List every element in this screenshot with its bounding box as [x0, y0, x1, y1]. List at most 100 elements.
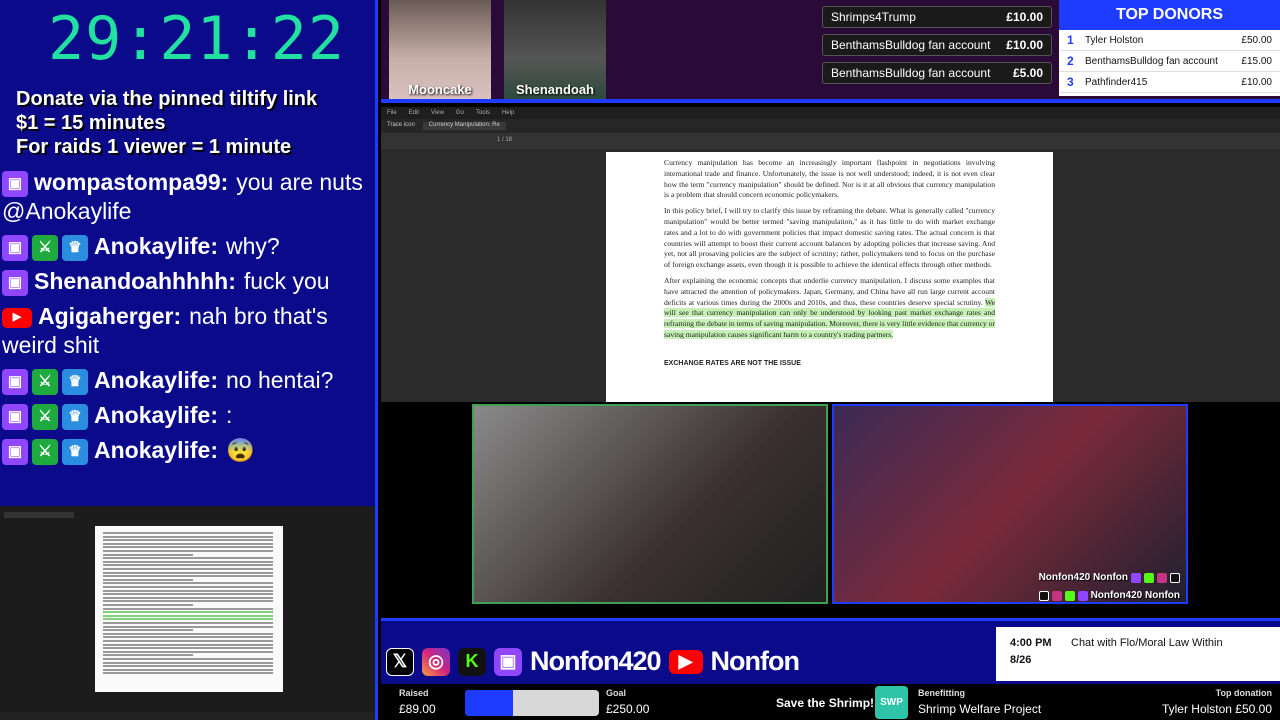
chat-username[interactable]: wompastompa99: — [34, 169, 228, 195]
webcam-left — [472, 404, 828, 604]
mini-text-line — [103, 532, 273, 534]
chat-message: ▣ wompastompa99: you are nuts @Anokaylife — [0, 166, 375, 230]
mini-text-line — [103, 564, 273, 567]
mini-text-line — [103, 614, 273, 617]
benefit-value: Shrimp Welfare Project — [918, 702, 1042, 716]
chat-username[interactable]: Anokaylife: — [94, 402, 218, 428]
top-donation-label: Top donation — [1215, 688, 1272, 698]
mini-text-line — [103, 629, 193, 632]
chat-message: ▣ Shenandoahhhhh: fuck you — [0, 265, 375, 300]
donor-amount: £50.00 — [1241, 34, 1272, 46]
instagram-icon — [1051, 590, 1062, 601]
timer-panel: 29:21:22 Donate via the pinned tiltify l… — [0, 0, 378, 166]
chat-badges: ▣ ⚔ ♛ — [2, 368, 88, 395]
mini-text-line — [103, 625, 273, 628]
pdf-text: After explaining the economic concepts t… — [664, 275, 995, 307]
mini-text-line — [103, 665, 273, 668]
cam-thumb-shenandoah: Shenandoah — [504, 0, 606, 99]
raised-label: Raised — [399, 688, 429, 698]
raised-value: £89.00 — [399, 702, 436, 716]
chat-message: ▣ ⚔ ♛ Anokaylife: no hentai? — [0, 364, 375, 399]
schedule-title: Chat with Flo/Moral Law Within — [1071, 637, 1223, 649]
tab-trace[interactable]: Trace icon — [387, 122, 415, 130]
chat-panel: ▣ wompastompa99: you are nuts @Anokaylife ▣… — [0, 166, 378, 506]
mini-text-line — [103, 586, 273, 588]
chat-username[interactable]: Anokaylife: — [94, 233, 218, 259]
chat-badges: ▶ — [2, 307, 32, 328]
chat-text: : — [225, 402, 233, 428]
menu-help[interactable]: Help — [502, 110, 514, 116]
mini-text-line — [103, 647, 273, 650]
menu-file[interactable]: File — [387, 110, 397, 116]
mini-text-line — [103, 672, 273, 675]
mini-text-line — [103, 560, 273, 563]
cam-name: Shenandoah — [515, 82, 594, 97]
donor-name: BenthamsBulldog fan account — [831, 66, 991, 80]
moderator-sword-icon: ⚔ — [32, 368, 58, 395]
chat-username[interactable]: Anokaylife: — [94, 367, 218, 393]
pdf-paragraph: After explaining the economic concepts t… — [664, 276, 995, 341]
mini-taskbar — [0, 712, 375, 720]
moderator-sword-icon: ⚔ — [32, 234, 58, 261]
chat-badges: ▣ — [2, 170, 28, 197]
chat-text: 😨 — [225, 437, 255, 463]
pdf-section-heading: EXCHANGE RATES ARE NOT THE ISSUE — [664, 359, 801, 367]
twitch-icon: ▣ — [494, 647, 522, 676]
mini-text-line — [103, 640, 273, 642]
page-indicator[interactable]: 1 / 18 — [497, 137, 512, 143]
tab-currency-manipulation[interactable]: Currency Manipulation: Re — [422, 122, 506, 130]
mini-text-line — [103, 582, 273, 585]
goal-progress-fill — [465, 690, 513, 716]
chat-badges: ▣ ⚔ ♛ — [2, 438, 88, 465]
donor-name: Pathfinder415 — [1085, 76, 1148, 88]
handle-twitch: Nonfon420 — [530, 646, 662, 676]
youtube-icon: ▶ — [2, 307, 32, 328]
pdf-menubar: File Edit View Go Tools Help — [381, 107, 1280, 119]
donor-amount: £10.00 — [1241, 76, 1272, 88]
schedule-card: 4:00 PM 8/26 Chat with Flo/Moral Law Wit… — [996, 627, 1280, 681]
crown-icon: ♛ — [62, 368, 88, 395]
menu-tools[interactable]: Tools — [476, 110, 490, 116]
swp-logo: SWP — [875, 686, 908, 719]
top-donor-row: 2 BenthamsBulldog fan account £15.00 — [1059, 51, 1280, 72]
top-donors-title: TOP DONORS — [1059, 0, 1280, 30]
schedule-time: 4:00 PM — [1010, 637, 1052, 649]
mini-text-line — [103, 636, 273, 639]
pdf-viewer-window: File Edit View Go Tools Help Trace icon … — [381, 107, 1280, 402]
x-icon — [1038, 590, 1049, 601]
mini-toolbar — [4, 512, 74, 518]
info-line-1: Donate via the pinned tiltify link — [16, 88, 318, 110]
goal-label: Goal — [606, 688, 627, 698]
chat-username[interactable]: Anokaylife: — [94, 437, 218, 463]
mini-text-line — [103, 654, 193, 657]
twitch-icon: ▣ — [2, 269, 28, 296]
crown-icon: ♛ — [62, 403, 88, 430]
top-donors-panel: TOP DONORS 1 Tyler Holston £50.00 2 Bent… — [1059, 0, 1280, 96]
menu-go[interactable]: Go — [456, 110, 464, 116]
twitch-icon: ▣ — [2, 438, 28, 465]
chat-username[interactable]: Agigaherger: — [38, 303, 181, 329]
instagram-icon — [1157, 572, 1167, 583]
chat-message: ▣ ⚔ ♛ Anokaylife: 😨 — [0, 434, 375, 469]
handle-youtube: Nonfon — [710, 646, 800, 676]
mini-text-line — [103, 593, 273, 596]
social-handles: 𝕏 ◎ K ▣ Nonfon420 ▶ Nonfon — [386, 646, 800, 677]
mini-text-line — [103, 622, 273, 624]
mini-text-line — [103, 546, 273, 549]
menu-view[interactable]: View — [431, 110, 444, 116]
top-donor-row: 3 Pathfinder415 £10.00 — [1059, 72, 1280, 93]
crown-icon: ♛ — [62, 438, 88, 465]
goal-progress-bar — [465, 690, 599, 716]
donor-rank: 1 — [1067, 33, 1074, 47]
chat-username[interactable]: Shenandoahhhhh: — [34, 268, 236, 294]
menu-edit[interactable]: Edit — [409, 110, 419, 116]
top-donor-row: 1 Tyler Holston £50.00 — [1059, 30, 1280, 51]
pdf-paragraph: In this policy brief, I will try to clar… — [664, 206, 995, 270]
chat-badges: ▣ ⚔ ♛ — [2, 234, 88, 261]
x-icon: 𝕏 — [386, 647, 414, 676]
mini-text-line — [103, 650, 273, 653]
donor-name: Tyler Holston — [1085, 34, 1144, 46]
chat-message: ▣ ⚔ ♛ Anokaylife:: — [0, 399, 375, 434]
cam-handles-line-1: Nonfon420 Nonfon — [1039, 572, 1180, 583]
donor-rank: 3 — [1067, 75, 1074, 89]
